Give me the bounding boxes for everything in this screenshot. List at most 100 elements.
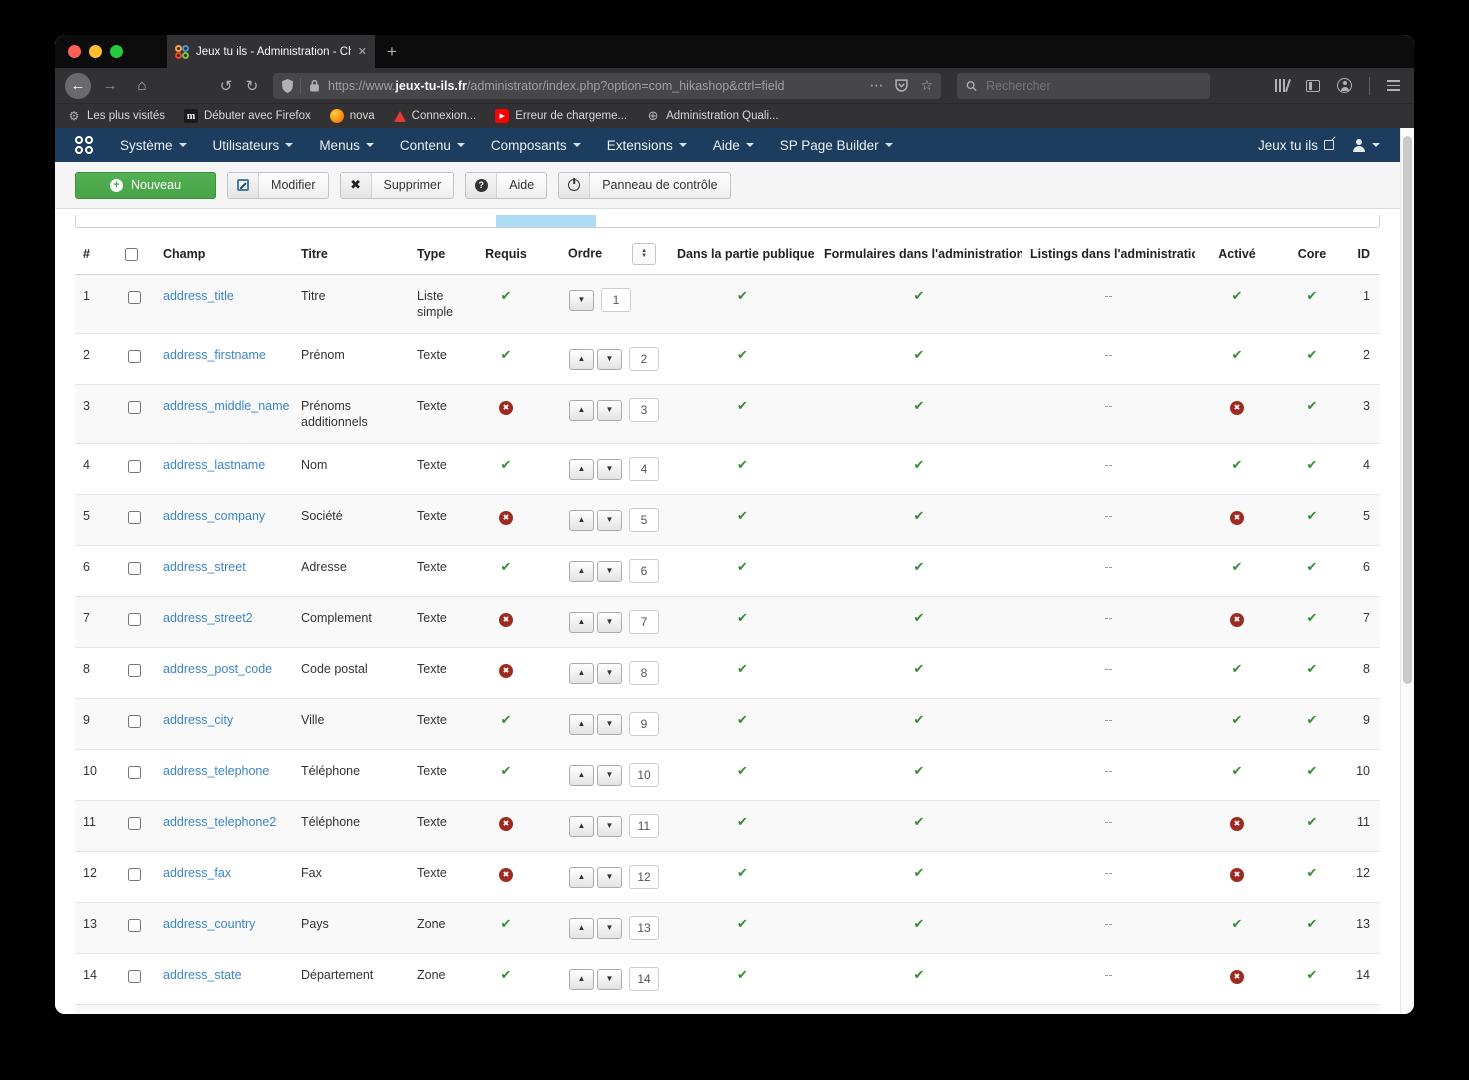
order-down-button[interactable]: ▼: [597, 611, 622, 633]
sort-order-button[interactable]: ▲ ▼: [632, 243, 657, 265]
header-core[interactable]: Core: [1279, 234, 1345, 275]
order-up-button[interactable]: ▲: [569, 560, 594, 582]
field-link[interactable]: address_post_code: [163, 662, 272, 676]
sidebar-icon[interactable]: [1306, 79, 1320, 92]
scrollbar-track[interactable]: [1400, 128, 1414, 1014]
order-down-button[interactable]: ▼: [597, 713, 622, 735]
order-up-button[interactable]: ▲: [569, 348, 594, 370]
order-input[interactable]: [629, 967, 659, 991]
row-checkbox[interactable]: [128, 919, 141, 932]
field-link[interactable]: address_lastname: [163, 458, 265, 472]
order-input[interactable]: [629, 763, 659, 787]
field-link[interactable]: address_title: [163, 289, 234, 303]
order-input[interactable]: [629, 661, 659, 685]
row-checkbox[interactable]: [128, 715, 141, 728]
field-link[interactable]: address_firstname: [163, 348, 266, 362]
field-link[interactable]: address_street2: [163, 611, 253, 625]
library-icon[interactable]: [1275, 79, 1291, 92]
field-link[interactable]: address_telephone2: [163, 815, 276, 829]
account-icon[interactable]: [1337, 78, 1352, 93]
row-checkbox[interactable]: [128, 970, 141, 983]
bookmark-item[interactable]: nova: [329, 109, 375, 123]
page-actions-icon[interactable]: ⋯: [869, 77, 883, 94]
order-down-button[interactable]: ▼: [597, 399, 622, 421]
order-input[interactable]: [629, 457, 659, 481]
close-window-button[interactable]: [68, 45, 81, 58]
forward-button[interactable]: →: [97, 73, 123, 99]
order-input[interactable]: [629, 712, 659, 736]
order-down-button[interactable]: ▼: [597, 348, 622, 370]
help-button[interactable]: ? Aide: [465, 171, 548, 199]
header-order[interactable]: Ordre ▲ ▼: [537, 234, 669, 275]
order-input[interactable]: [629, 865, 659, 889]
order-input[interactable]: [629, 398, 659, 422]
select-all-checkbox[interactable]: [125, 247, 138, 261]
view-site-link[interactable]: Jeux tu ils: [1258, 138, 1334, 153]
row-checkbox[interactable]: [128, 401, 141, 414]
order-down-button[interactable]: ▼: [597, 560, 622, 582]
menu-item-aide[interactable]: Aide: [700, 128, 767, 162]
delete-button[interactable]: ✖ Supprimer: [339, 171, 455, 199]
order-up-button[interactable]: ▲: [569, 458, 594, 480]
menu-item-contenu[interactable]: Contenu: [387, 128, 478, 162]
row-checkbox[interactable]: [128, 664, 141, 677]
row-checkbox[interactable]: [128, 291, 141, 304]
order-input[interactable]: [629, 814, 659, 838]
field-link[interactable]: address_country: [163, 917, 255, 931]
order-up-button[interactable]: ▲: [569, 399, 594, 421]
order-down-button[interactable]: ▼: [569, 289, 594, 311]
order-down-button[interactable]: ▼: [597, 917, 622, 939]
user-menu[interactable]: [1352, 139, 1386, 152]
order-up-button[interactable]: ▲: [569, 815, 594, 837]
active-tab-fragment[interactable]: [496, 215, 596, 227]
menu-item-sp-page-builder[interactable]: SP Page Builder: [767, 128, 906, 162]
row-checkbox[interactable]: [128, 350, 141, 363]
row-checkbox[interactable]: [128, 511, 141, 524]
url-text[interactable]: https://www.jeux-tu-ils.fr/administrator…: [328, 79, 861, 93]
order-down-button[interactable]: ▼: [597, 815, 622, 837]
scrollbar-thumb[interactable]: [1403, 136, 1412, 684]
header-title[interactable]: Titre: [293, 234, 409, 275]
home-button[interactable]: ⌂: [129, 73, 155, 99]
order-down-button[interactable]: ▼: [597, 458, 622, 480]
shield-icon[interactable]: [281, 78, 294, 93]
order-down-button[interactable]: ▼: [597, 968, 622, 990]
bookmark-item[interactable]: ⊕ Administration Quali...: [646, 108, 779, 123]
menu-item-utilisateurs[interactable]: Utilisateurs: [200, 128, 307, 162]
order-input[interactable]: [601, 288, 631, 312]
field-link[interactable]: address_state: [163, 968, 242, 982]
order-input[interactable]: [629, 559, 659, 583]
order-input[interactable]: [629, 347, 659, 371]
order-down-button[interactable]: ▼: [597, 662, 622, 684]
order-up-button[interactable]: ▲: [569, 509, 594, 531]
field-link[interactable]: address_company: [163, 509, 265, 523]
search-bar[interactable]: [957, 72, 1210, 99]
header-enabled[interactable]: Activé: [1195, 234, 1279, 275]
field-link[interactable]: address_city: [163, 713, 233, 727]
zoom-window-button[interactable]: [110, 45, 123, 58]
header-backend-listing[interactable]: Listings dans l'administration: [1022, 234, 1195, 275]
order-up-button[interactable]: ▲: [569, 662, 594, 684]
back-button[interactable]: ←: [65, 72, 91, 99]
order-input[interactable]: [629, 610, 659, 634]
field-link[interactable]: address_middle_name: [163, 399, 289, 413]
edit-button[interactable]: Modifier: [227, 171, 329, 199]
header-field[interactable]: Champ: [155, 234, 293, 275]
menu-icon[interactable]: [1387, 80, 1400, 91]
menu-item-syst-me[interactable]: Système: [107, 128, 200, 162]
order-input[interactable]: [629, 916, 659, 940]
row-checkbox[interactable]: [128, 562, 141, 575]
new-button[interactable]: + Nouveau: [75, 171, 217, 199]
browser-tab[interactable]: Jeux tu ils - Administration - Ch ✕: [167, 35, 375, 68]
header-type[interactable]: Type: [409, 234, 475, 275]
order-down-button[interactable]: ▼: [597, 764, 622, 786]
menu-item-menus[interactable]: Menus: [306, 128, 387, 162]
search-input[interactable]: [984, 77, 1201, 94]
order-up-button[interactable]: ▲: [569, 968, 594, 990]
bookmark-item[interactable]: Connexion...: [393, 110, 476, 122]
row-checkbox[interactable]: [128, 766, 141, 779]
menu-item-extensions[interactable]: Extensions: [594, 128, 700, 162]
field-link[interactable]: address_street: [163, 560, 246, 574]
bookmark-star-icon[interactable]: ☆: [920, 77, 933, 94]
field-link[interactable]: address_telephone: [163, 764, 269, 778]
